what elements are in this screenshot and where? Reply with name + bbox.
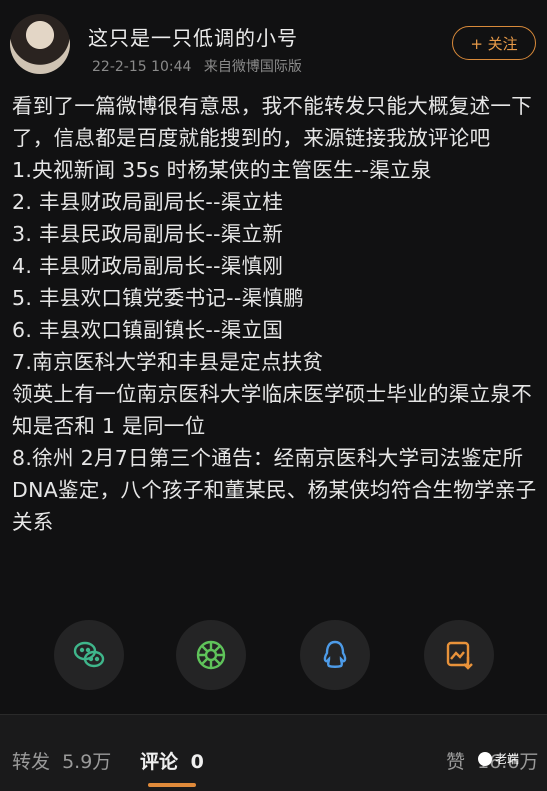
post-meta: 22-2-15 10:44 来自微博国际版 — [92, 56, 310, 76]
comment-tab-underline — [148, 783, 196, 787]
repost-tab[interactable]: 转发 5.9万 — [12, 747, 111, 774]
post-line: 6. 丰县欢口镇副镇长--渠立国 — [12, 318, 284, 342]
post-line: 1.央视新闻 35s 时杨某侠的主管医生--渠立泉 — [12, 158, 432, 182]
save-image-icon — [446, 641, 473, 670]
share-wechat-button[interactable] — [54, 620, 124, 690]
username[interactable]: 这只是一只低调的小号 — [88, 22, 298, 51]
comment-count: 0 — [190, 751, 204, 773]
share-row — [0, 620, 547, 690]
repost-count: 5.9万 — [62, 751, 112, 773]
action-bar: 转发 5.9万 评论 0 赞 16.6万 — [0, 714, 547, 791]
qq-icon — [323, 640, 347, 668]
post-line: 4. 丰县财政局副局长--渠慎刚 — [12, 254, 284, 278]
wechat-icon — [73, 641, 105, 668]
post-line: 2. 丰县财政局副局长--渠立桂 — [12, 190, 284, 214]
watermark: 老端 — [478, 750, 519, 767]
avatar[interactable] — [10, 14, 70, 74]
watermark-text: 老端 — [495, 752, 520, 766]
post-line: 7.南京医科大学和丰县是定点扶贫 — [12, 350, 324, 374]
post-line: 看到了一篇微博很有意思，我不能转发只能大概复述一下了，信息都是百度就能搜到的，来… — [12, 94, 532, 150]
post-body: 看到了一篇微博很有意思，我不能转发只能大概复述一下了，信息都是百度就能搜到的，来… — [12, 90, 537, 538]
repost-label: 转发 — [12, 751, 51, 773]
like-label: 赞 — [446, 751, 466, 773]
share-moments-button[interactable] — [176, 620, 246, 690]
post-timestamp: 22-2-15 10:44 — [92, 59, 192, 75]
watermark-logo-icon — [478, 751, 492, 766]
post-line: 3. 丰县民政局副局长--渠立新 — [12, 222, 284, 246]
post-line: 领英上有一位南京医科大学临床医学硕士毕业的渠立泉不知是否和 1 是同一位 — [12, 382, 532, 438]
follow-button[interactable]: + 关注 — [452, 26, 536, 60]
share-save-image-button[interactable] — [424, 620, 494, 690]
post-source: 来自微博国际版 — [203, 59, 302, 75]
share-qq-button[interactable] — [300, 620, 370, 690]
moments-icon — [196, 640, 226, 670]
comment-label: 评论 — [140, 751, 179, 773]
comment-tab[interactable]: 评论 0 — [140, 747, 204, 774]
post-line: 8.徐州 2月7日第三个通告：经南京医科大学司法鉴定所DNA鉴定，八个孩子和董某… — [12, 446, 537, 534]
post-line: 5. 丰县欢口镇党委书记--渠慎鹏 — [12, 286, 304, 310]
